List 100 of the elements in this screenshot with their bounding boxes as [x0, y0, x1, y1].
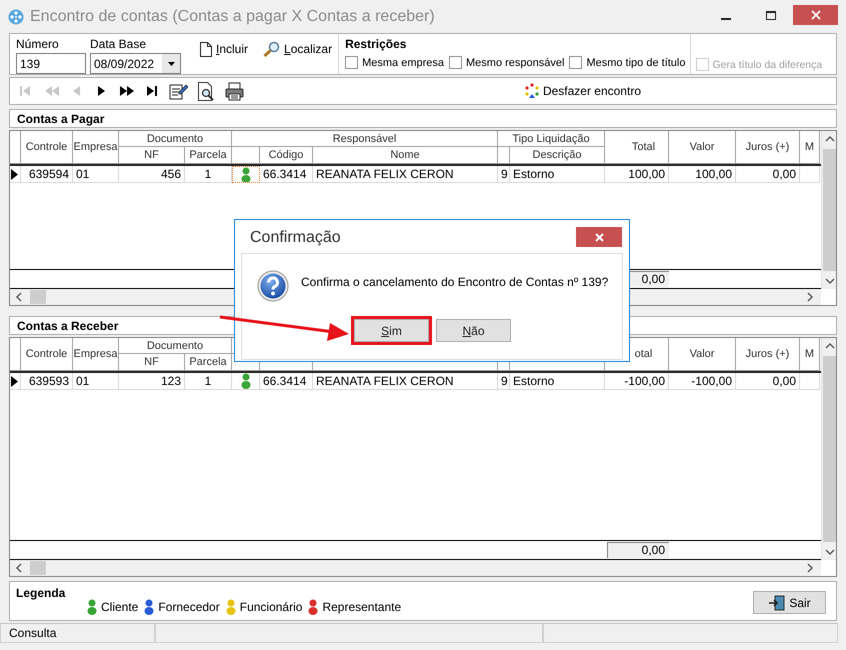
scroll-right-icon[interactable]	[805, 291, 815, 303]
table-cell: 01	[73, 373, 119, 390]
dialog-title: Confirmação	[250, 229, 342, 247]
question-icon	[257, 270, 289, 302]
checkbox[interactable]	[569, 56, 582, 69]
column-header: NF	[119, 147, 185, 164]
table-cell: 456	[119, 166, 185, 183]
close-icon	[810, 10, 820, 20]
checkbox-label: Mesma empresa	[362, 56, 444, 68]
dialog-button[interactable]: Não	[436, 319, 511, 342]
column-header: Descrição	[510, 147, 605, 164]
table-cell: -100,00	[605, 373, 669, 390]
edit-document-icon[interactable]	[169, 82, 188, 100]
column-header	[232, 147, 260, 164]
undo-button[interactable]: Desfazer encontro	[524, 83, 641, 99]
table-cell: 0,00	[736, 373, 800, 390]
window-title: Encontro de contas (Contas a pagar X Contas a receber)	[30, 8, 436, 26]
column-header: Juros (+)	[736, 338, 800, 371]
section-title: Contas a Receber	[17, 318, 118, 332]
checkbox-label: Mesmo responsável	[466, 56, 564, 68]
legend-label: Representante	[322, 600, 402, 614]
column-header: M	[800, 338, 820, 371]
horizontal-scrollbar[interactable]	[10, 560, 821, 576]
column-header	[498, 147, 510, 164]
table-cell: Estorno	[510, 373, 605, 390]
scrollbar-thumb[interactable]	[30, 290, 46, 304]
table-cell: 639593	[21, 373, 73, 390]
table-cell: 9	[498, 166, 510, 183]
status-text: Consulta	[9, 626, 56, 640]
column-header: Empresa	[73, 131, 119, 164]
minimize-icon	[720, 18, 730, 20]
scrollbar-thumb[interactable]	[822, 149, 836, 271]
column-header: Total	[605, 131, 669, 164]
table-cell: 100,00	[605, 166, 669, 183]
close-button[interactable]	[793, 5, 838, 25]
table-cell: 66.3414	[260, 166, 313, 183]
dialog-message: Confirma o cancelamento do Encontro de Contas nº 139?	[301, 275, 608, 289]
field-label: Número	[16, 38, 60, 51]
checkbox-label: Mesmo tipo de título	[586, 56, 686, 68]
fast-forward-icon[interactable]	[119, 84, 135, 98]
vertical-scrollbar[interactable]	[821, 131, 836, 289]
exit-button[interactable]: Sair	[753, 591, 826, 614]
column-header: Valor	[669, 131, 736, 164]
field-label: Data Base	[90, 38, 148, 51]
close-icon	[594, 232, 604, 242]
checkbox[interactable]	[449, 56, 462, 69]
checkbox[interactable]	[345, 56, 358, 69]
ring-icon	[524, 83, 540, 99]
table-cell: REANATA FELIX CERON	[313, 166, 498, 183]
table-cell: 0,00	[736, 166, 800, 183]
column-header: Empresa	[73, 338, 119, 371]
printer-icon[interactable]	[225, 82, 244, 100]
table-cell	[800, 166, 820, 183]
new-button[interactable]: Incluir	[200, 39, 248, 59]
column-header: Controle	[21, 131, 73, 164]
close-button[interactable]	[576, 227, 622, 247]
column-header	[10, 131, 21, 164]
table-cell: 9	[498, 373, 510, 390]
document-icon	[200, 42, 212, 56]
table-cell: 123	[119, 373, 185, 390]
column-header: Valor	[669, 338, 736, 371]
maximize-icon	[766, 10, 776, 20]
column-header: M	[800, 131, 820, 164]
column-header: Código	[260, 147, 313, 164]
search-icon	[263, 41, 280, 57]
checkbox-label: Gera título da diferença	[712, 58, 822, 70]
scroll-right-icon[interactable]	[805, 562, 815, 574]
column-header	[10, 338, 21, 371]
column-group-header: Documento	[119, 131, 232, 147]
group-title: Restrições	[345, 37, 408, 51]
table-cell: 100,00	[669, 166, 736, 183]
number-field[interactable]: 139	[16, 53, 86, 74]
table-cell: 639594	[21, 166, 73, 183]
table-cell: 1	[185, 166, 232, 183]
column-group-header: Documento	[119, 338, 232, 354]
table-cell: 66.3414	[260, 373, 313, 390]
legend-label: Fornecedor	[158, 600, 220, 614]
column-header: Controle	[21, 338, 73, 371]
column-group-header: Tipo Liquidação	[498, 131, 605, 147]
table-cell: 1	[185, 373, 232, 390]
print-preview-icon[interactable]	[197, 82, 216, 100]
table-cell: 01	[73, 166, 119, 183]
scroll-left-icon[interactable]	[14, 562, 24, 574]
table-cell: -100,00	[669, 373, 736, 390]
legend-label: Funcionário	[240, 600, 302, 614]
legend-label: Cliente	[101, 600, 138, 614]
table-cell	[800, 373, 820, 390]
skip-to-end-icon[interactable]	[144, 84, 160, 98]
total-value: 0,00	[607, 542, 669, 558]
scrollbar-thumb[interactable]	[30, 561, 46, 575]
app-icon	[8, 8, 24, 24]
table-cell: Estorno	[510, 166, 605, 183]
scrollbar-thumb[interactable]	[822, 356, 836, 542]
column-header: Parcela	[185, 354, 232, 371]
table-cell: REANATA FELIX CERON	[313, 373, 498, 390]
scroll-left-icon[interactable]	[14, 291, 24, 303]
dialog-button[interactable]: Sim	[354, 319, 429, 342]
vertical-scrollbar[interactable]	[821, 338, 836, 560]
column-group-header: Responsável	[232, 131, 498, 147]
search-button[interactable]: Localizar	[263, 39, 332, 59]
